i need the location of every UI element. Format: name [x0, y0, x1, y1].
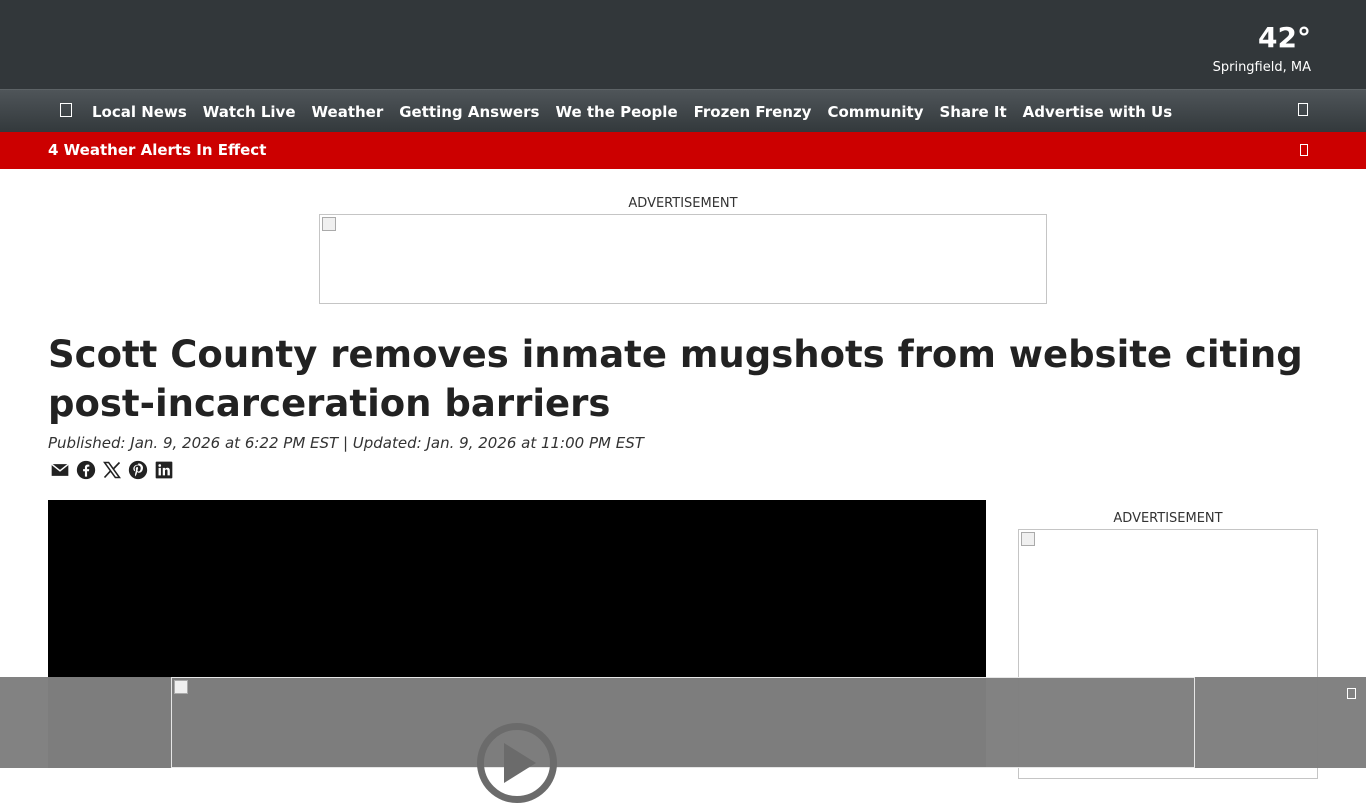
nav-item-weather[interactable]: Weather	[312, 103, 384, 121]
weather-widget[interactable]: 42° Springfield, MA	[1213, 20, 1311, 77]
top-ad-banner[interactable]	[319, 214, 1047, 304]
broken-image-icon	[1021, 532, 1035, 546]
facebook-icon[interactable]	[76, 460, 96, 480]
article-headline: Scott County removes inmate mugshots fro…	[48, 333, 1303, 425]
nav-item-getting-answers[interactable]: Getting Answers	[399, 103, 539, 121]
broken-image-icon	[322, 217, 336, 231]
nav-item-advertise[interactable]: Advertise with Us	[1023, 103, 1173, 121]
weather-alert-bar[interactable]: 4 Weather Alerts In Effect	[0, 132, 1366, 169]
main-nav: Local News Watch Live Weather Getting An…	[0, 89, 1366, 132]
x-icon[interactable]	[102, 460, 122, 480]
nav-list: Local News Watch Live Weather Getting An…	[92, 90, 1188, 133]
nav-item-watch-live[interactable]: Watch Live	[203, 103, 296, 121]
chevron-down-icon[interactable]	[1300, 144, 1308, 156]
close-icon[interactable]	[1347, 688, 1356, 699]
menu-icon[interactable]	[60, 103, 72, 117]
broken-image-icon	[174, 680, 188, 694]
pinterest-icon[interactable]	[128, 460, 148, 480]
nav-item-share-it[interactable]: Share It	[940, 103, 1007, 121]
nav-item-we-the-people[interactable]: We the People	[555, 103, 677, 121]
weather-temperature: 42°	[1258, 21, 1311, 54]
nav-item-community[interactable]: Community	[827, 103, 923, 121]
weather-location: Springfield, MA	[1212, 60, 1311, 75]
linkedin-icon[interactable]	[154, 460, 174, 480]
sticky-ad-banner[interactable]	[171, 677, 1195, 768]
nav-item-local-news[interactable]: Local News	[92, 103, 187, 121]
play-icon[interactable]	[504, 743, 536, 783]
share-bar	[50, 460, 174, 480]
weather-alert-text[interactable]: 4 Weather Alerts In Effect	[48, 141, 266, 159]
search-icon[interactable]	[1298, 103, 1308, 116]
article-meta: Published: Jan. 9, 2026 at 6:22 PM EST |…	[48, 434, 644, 452]
ad-label-top: ADVERTISEMENT	[628, 196, 738, 211]
nav-item-frozen-frenzy[interactable]: Frozen Frenzy	[694, 103, 812, 121]
site-header: 42° Springfield, MA	[0, 0, 1366, 89]
email-icon[interactable]	[50, 460, 70, 480]
ad-label-side: ADVERTISEMENT	[1113, 511, 1223, 526]
